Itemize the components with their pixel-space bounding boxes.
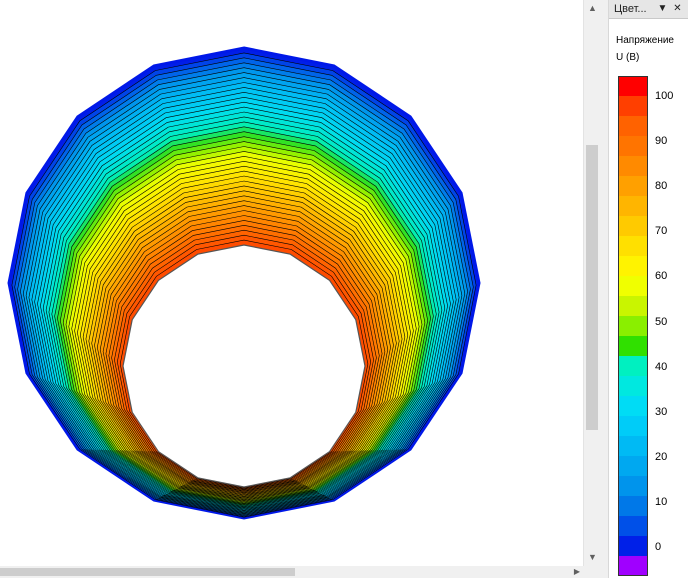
legend-tick-label: 80 [655, 180, 668, 193]
contour-plot-area[interactable] [0, 0, 583, 566]
legend-swatch [618, 536, 648, 557]
legend-quantity: Напряжение [616, 35, 674, 46]
legend-swatch [618, 556, 648, 576]
legend-swatch [618, 516, 648, 537]
vertical-scrollbar[interactable]: ▲ ▼ [583, 0, 600, 566]
legend-swatch [618, 216, 648, 237]
legend-swatch [618, 456, 648, 477]
horizontal-scroll-thumb[interactable] [0, 568, 295, 576]
legend-swatch [618, 416, 648, 437]
legend-swatch [618, 276, 648, 297]
legend-swatch [618, 196, 648, 217]
legend-tick-label: 50 [655, 315, 668, 328]
chevron-down-icon[interactable]: ▼ [656, 2, 669, 16]
inner-boundary [122, 244, 366, 488]
legend-swatch [618, 396, 648, 417]
legend-swatch [618, 156, 648, 177]
vertical-scroll-thumb[interactable] [586, 145, 598, 430]
legend-tick-label: 30 [655, 405, 668, 418]
scroll-up-icon[interactable]: ▲ [584, 0, 601, 17]
scroll-down-icon[interactable]: ▼ [584, 549, 601, 566]
legend-tick-label: 100 [655, 90, 674, 102]
scroll-right-icon[interactable]: ▶ [571, 566, 583, 578]
legend-tick-label: 0 [655, 541, 662, 553]
legend-swatch [618, 136, 648, 157]
legend-swatch [618, 256, 648, 277]
color-scale-bar [618, 76, 648, 576]
legend-swatch [618, 356, 648, 377]
color-legend-panel: Цвет... ▼ ✕ Напряжение U (B) 100 90 80 70 60… [608, 0, 688, 578]
voltage-contour-plot [7, 46, 481, 520]
panel-splitter[interactable] [600, 0, 608, 578]
legend-title: Напряжение U (B) [616, 32, 674, 66]
legend-tick-label: 70 [655, 225, 668, 238]
legend-swatch [618, 336, 648, 357]
legend-swatch [618, 236, 648, 257]
legend-swatch [618, 476, 648, 497]
legend-swatch [618, 296, 648, 317]
panel-titlebar[interactable]: Цвет... ▼ ✕ [609, 0, 688, 19]
horizontal-scrollbar[interactable]: ▶ [0, 566, 583, 578]
legend-tick-label: 90 [655, 135, 668, 148]
legend-swatch [618, 376, 648, 397]
legend-tick-label: 10 [655, 495, 668, 508]
legend-swatch [618, 76, 648, 97]
legend-swatch [618, 496, 648, 517]
close-icon[interactable]: ✕ [671, 2, 684, 16]
legend-swatch [618, 96, 648, 117]
legend-tick-label: 20 [655, 450, 668, 463]
scrollbar-corner [583, 566, 600, 578]
legend-tick-label: 40 [655, 360, 668, 373]
panel-title: Цвет... [614, 3, 647, 15]
legend-swatch [618, 436, 648, 457]
legend-swatch [618, 176, 648, 197]
legend-tick-label: 60 [655, 270, 668, 283]
legend-unit: U (B) [616, 52, 640, 63]
legend-swatch [618, 316, 648, 337]
legend-swatch [618, 116, 648, 137]
